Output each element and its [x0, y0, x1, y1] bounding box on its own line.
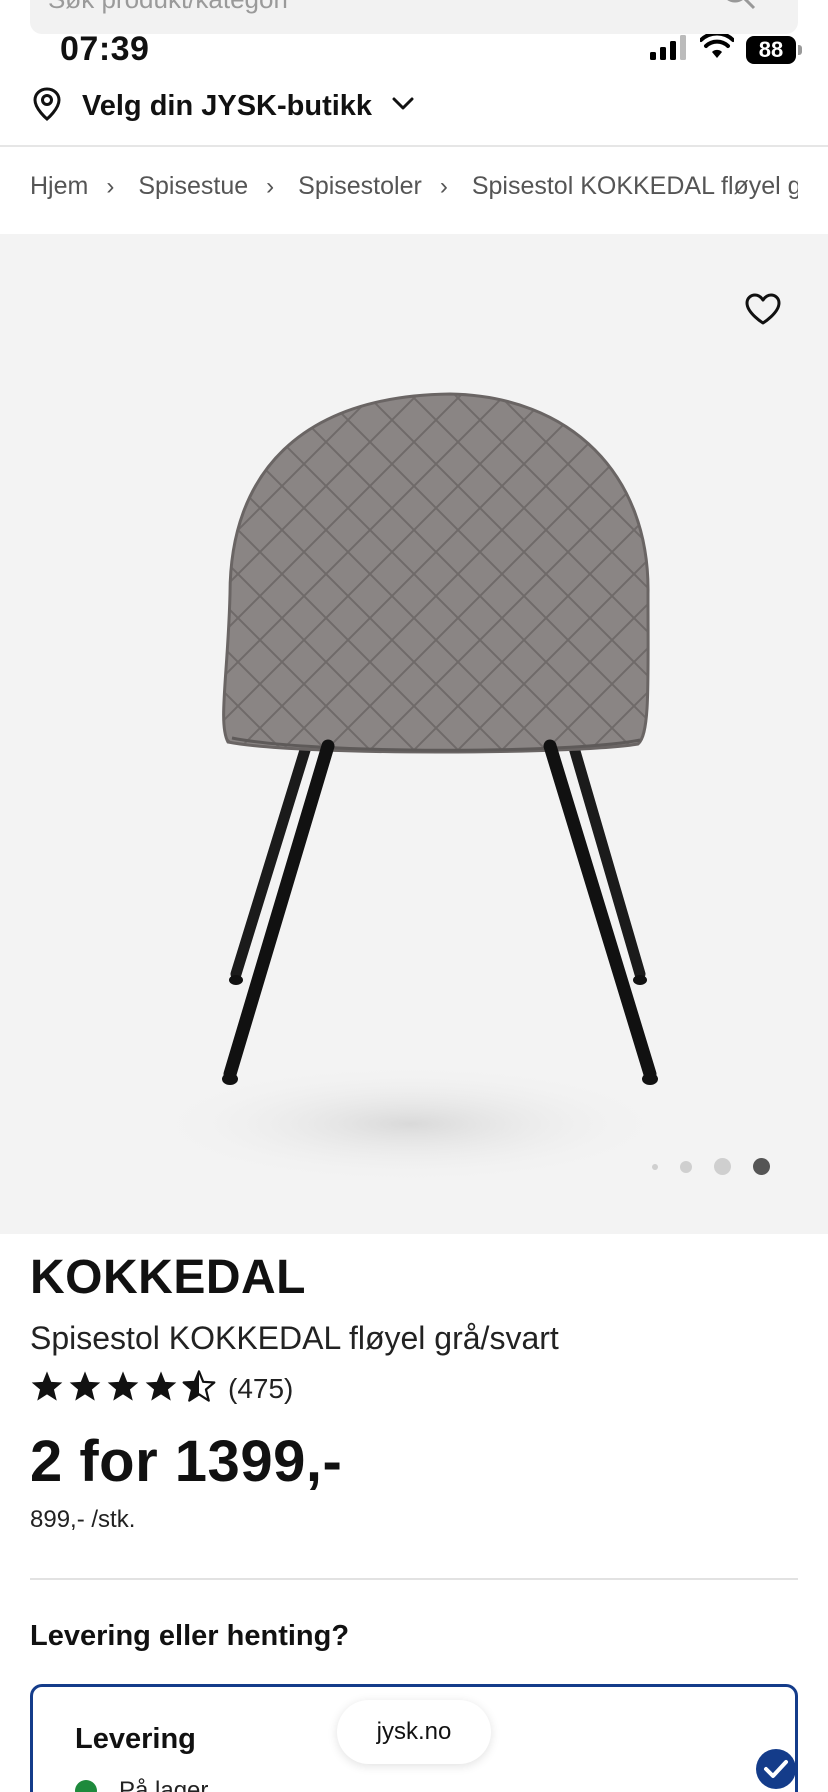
review-count: (475)	[228, 1372, 294, 1404]
breadcrumb-item-home[interactable]: Hjem	[30, 172, 88, 201]
battery-indicator: 88	[746, 35, 802, 64]
search-icon[interactable]	[718, 0, 758, 17]
store-selector[interactable]: Velg din JYSK-butikk	[32, 86, 414, 126]
product-image-gallery[interactable]	[0, 234, 828, 1234]
product-rating[interactable]: (475)	[30, 1370, 293, 1407]
star-full-icon	[30, 1370, 64, 1407]
delivery-option-title: Levering	[75, 1723, 196, 1755]
store-selector-label: Velg din JYSK-butikk	[82, 89, 373, 122]
location-pin-icon	[32, 86, 62, 126]
gallery-dot[interactable]	[680, 1160, 692, 1173]
star-full-icon	[144, 1370, 178, 1407]
favorite-heart-icon[interactable]	[744, 292, 782, 331]
star-full-icon	[68, 1370, 102, 1407]
status-bar: 07:39 88	[0, 26, 828, 74]
gallery-pagination[interactable]	[652, 1158, 770, 1175]
signal-icon	[650, 34, 688, 65]
stock-status: På lager	[75, 1777, 208, 1792]
section-divider	[30, 1578, 798, 1580]
breadcrumb-item-current: Spisestol KOKKEDAL fløyel grå/svart	[471, 172, 798, 200]
checkmark-icon	[754, 1747, 798, 1792]
chevron-right-icon: ›	[106, 172, 115, 200]
product-name: Spisestol KOKKEDAL fløyel grå/svart	[30, 1320, 559, 1356]
breadcrumb-item-spisestoler[interactable]: Spisestoler	[298, 172, 422, 201]
chevron-down-icon	[392, 97, 414, 116]
breadcrumb-item-spisestue[interactable]: Spisestue	[138, 172, 248, 201]
status-icons: 88	[650, 31, 802, 65]
gallery-dot-active[interactable]	[753, 1158, 770, 1175]
gallery-dot[interactable]	[714, 1158, 731, 1175]
gallery-dot[interactable]	[652, 1163, 658, 1170]
star-half-icon	[182, 1370, 216, 1407]
star-full-icon	[106, 1370, 140, 1407]
status-time: 07:39	[60, 30, 150, 68]
in-stock-indicator-icon	[75, 1780, 97, 1792]
breadcrumb: Hjem › Spisestue › Spisestoler › Spisest…	[30, 172, 798, 201]
search-placeholder: Søk produkt/kategori	[48, 0, 288, 15]
wifi-icon	[699, 31, 735, 65]
browser-url-pill[interactable]: jysk.no	[337, 1700, 491, 1764]
product-image	[150, 392, 670, 1184]
product-brand: KOKKEDAL	[30, 1251, 306, 1304]
chevron-right-icon: ›	[439, 172, 448, 200]
product-price: 2 for 1399,-	[30, 1429, 343, 1494]
stock-status-text: På lager	[119, 1777, 209, 1792]
unit-price: 899,- /stk.	[30, 1506, 136, 1533]
chevron-right-icon: ›	[266, 172, 275, 200]
header-divider	[0, 145, 828, 147]
delivery-heading: Levering eller henting?	[30, 1620, 350, 1652]
